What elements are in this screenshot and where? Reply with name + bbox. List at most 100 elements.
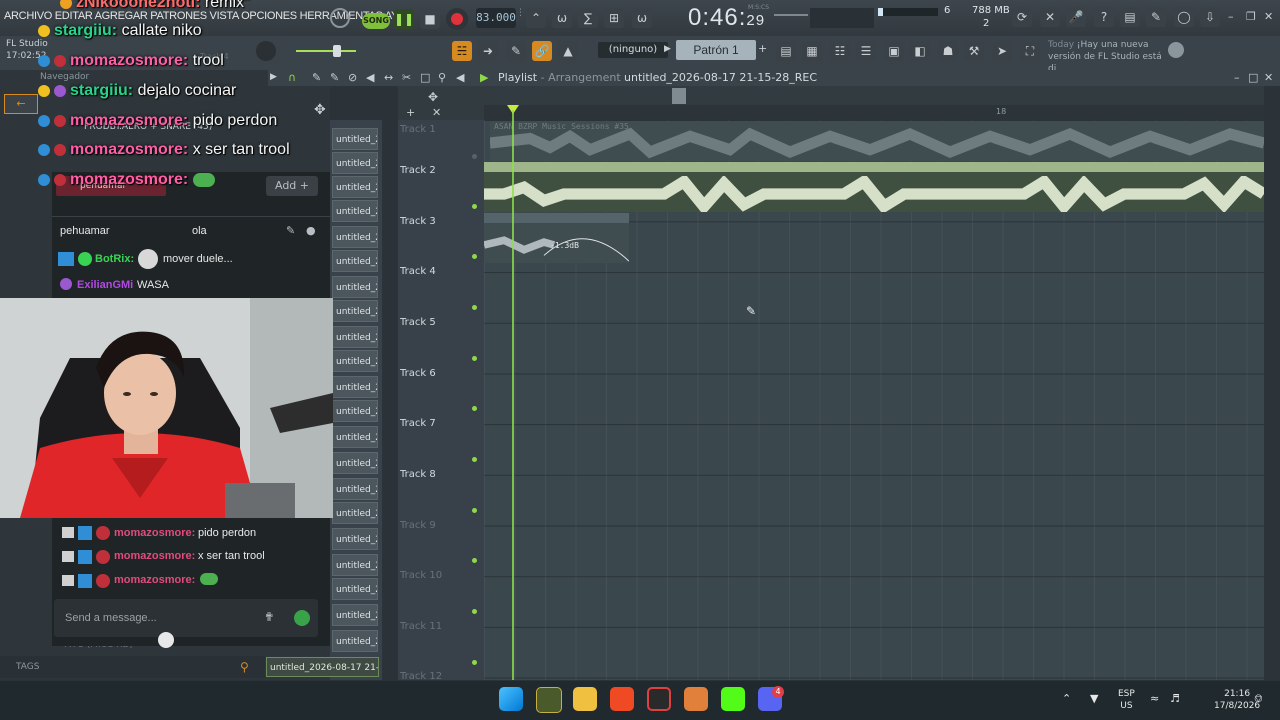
close-icon[interactable]: ✕: [1264, 10, 1273, 23]
marker-icon[interactable]: ✎: [1146, 7, 1166, 27]
select-tool-icon[interactable]: □: [420, 71, 430, 84]
song-mode-toggle[interactable]: SONG: [362, 13, 390, 29]
selected-file-row[interactable]: untitled_2026-08-17 21-15-28_REC: [266, 657, 379, 677]
send-emoji-icon[interactable]: [294, 610, 310, 626]
refresh-icon[interactable]: ⟳: [1012, 7, 1032, 27]
close-track-icon[interactable]: ✕: [432, 106, 441, 119]
audio-clip[interactable]: ASAN BZRP Music Sessions #35: [490, 121, 1264, 161]
chat-user[interactable]: pehuamar: [60, 225, 110, 237]
piano-roll-icon[interactable]: ☵: [452, 41, 472, 61]
record-button[interactable]: [446, 8, 468, 30]
mute-tool-icon[interactable]: ◀: [366, 71, 374, 84]
metronome-icon[interactable]: ⌃: [526, 8, 546, 28]
track-label[interactable]: Track 1: [400, 124, 436, 135]
track-label[interactable]: Track 4: [400, 266, 436, 277]
playlist-play-icon[interactable]: ▶: [480, 71, 488, 84]
pencil-tool-icon[interactable]: ✎: [312, 71, 321, 84]
tags-label[interactable]: TAGS: [16, 662, 39, 672]
minimize-icon[interactable]: –: [1228, 10, 1234, 23]
sliders-icon[interactable]: ☰: [856, 41, 876, 61]
chat-user[interactable]: momazosmore:: [114, 527, 195, 539]
snap-select[interactable]: (ninguno): [598, 42, 668, 58]
track-mute-led[interactable]: [472, 154, 477, 159]
track-mute-led[interactable]: [472, 558, 477, 563]
chat-user[interactable]: BotRix:: [95, 253, 134, 265]
brave-browser-icon[interactable]: [610, 687, 634, 711]
add-pattern-icon[interactable]: +: [758, 42, 767, 55]
fader-handle[interactable]: [333, 45, 341, 57]
add-track-icon[interactable]: +: [406, 106, 415, 119]
track-mute-led[interactable]: [472, 356, 477, 361]
pat-song-dial[interactable]: [330, 8, 350, 28]
browser-file-row[interactable]: untitled_2026-08-17 21-: [332, 478, 378, 500]
scroll-thumb[interactable]: [672, 88, 686, 104]
tray-app-icon[interactable]: ▼: [1090, 692, 1098, 705]
step-edit-icon[interactable]: ⊞: [604, 8, 624, 28]
browser-file-row[interactable]: untitled_2026-08-17 21-: [332, 578, 378, 600]
magnet-icon[interactable]: ∩: [288, 71, 296, 84]
fl-globe-icon[interactable]: [1168, 42, 1184, 58]
file-explorer-icon[interactable]: [573, 687, 597, 711]
move-icon[interactable]: ✥: [428, 90, 438, 104]
playlist-maximize-icon[interactable]: □: [1248, 71, 1258, 84]
chat-user[interactable]: momazosmore:: [114, 574, 195, 586]
brush-tool-icon[interactable]: ✎: [330, 71, 339, 84]
chat-input-placeholder[interactable]: Send a message...: [65, 612, 157, 624]
task-app-icon[interactable]: [536, 687, 562, 713]
pencil-icon[interactable]: ✎: [506, 41, 526, 61]
plugin-icon[interactable]: ☗: [938, 41, 958, 61]
obs-icon[interactable]: [647, 687, 671, 711]
loop-record-icon[interactable]: ω: [632, 8, 652, 28]
track-label[interactable]: Track 8: [400, 469, 436, 480]
arrow-right-icon[interactable]: ➜: [478, 41, 498, 61]
track-label[interactable]: Track 11: [400, 621, 442, 632]
fl-studio-icon[interactable]: [684, 687, 708, 711]
chat-bubble-icon[interactable]: ◯: [1174, 7, 1194, 27]
stamp-icon[interactable]: ▲: [558, 41, 578, 61]
track-mute-led[interactable]: [472, 660, 477, 665]
save-icon[interactable]: ▤: [1120, 7, 1140, 27]
master-pitch-knob[interactable]: [256, 41, 276, 61]
track-mute-led[interactable]: [472, 204, 477, 209]
track-mute-led[interactable]: [472, 457, 477, 462]
playlist-icon[interactable]: ▤: [776, 41, 796, 61]
notification-icon[interactable]: ⎊: [1254, 692, 1263, 706]
track-mute-led[interactable]: [472, 609, 477, 614]
playlist-close-icon[interactable]: ✕: [1264, 71, 1273, 84]
start-menu-icon[interactable]: [499, 687, 523, 711]
emote-picker-icon[interactable]: ✟: [264, 610, 274, 624]
chat-user[interactable]: momazosmore:: [114, 550, 195, 562]
browser-file-row[interactable]: untitled_2026-08-17 21-: [332, 326, 378, 348]
playback-tool-icon[interactable]: ◀: [456, 71, 464, 84]
slice-tool-icon[interactable]: ✂: [402, 71, 411, 84]
pause-button[interactable]: ❚❚: [394, 9, 414, 29]
browser-file-row[interactable]: untitled_2026-08-17 21-: [332, 400, 378, 422]
playlist-arrow-icon[interactable]: ▶: [270, 72, 277, 82]
browser-file-row[interactable]: untitled_2026-08-17 21-: [332, 250, 378, 272]
browser-file-row[interactable]: untitled_2026-08-17 21-: [332, 226, 378, 248]
browser-file-row[interactable]: untitled_2026-08-17 21-: [332, 630, 378, 652]
browser-file-row[interactable]: untitled_2026-08-17 21-: [332, 276, 378, 298]
browser-file-row[interactable]: untitled_2026-08-17 21-: [332, 350, 378, 372]
browser-file-row[interactable]: untitled_2026-08-17 21-: [332, 152, 378, 174]
timeline-ruler[interactable]: [484, 105, 1264, 120]
kick-icon[interactable]: [721, 687, 745, 711]
track-label[interactable]: Track 3: [400, 216, 436, 227]
pan-icon[interactable]: ✥: [314, 102, 326, 118]
browser-icon[interactable]: ▣: [884, 41, 904, 61]
send-icon[interactable]: ➤: [992, 41, 1012, 61]
help-icon[interactable]: ?: [1094, 7, 1114, 27]
browser-file-row[interactable]: untitled_2026-08-17 21-: [332, 300, 378, 322]
track-label[interactable]: Track 5: [400, 317, 436, 328]
master-volume-fader[interactable]: [296, 50, 356, 52]
browser-file-row[interactable]: untitled_2026-08-17 21-: [332, 200, 378, 222]
search-icon[interactable]: ⚲: [240, 660, 249, 674]
playlist-scrollbar[interactable]: [1264, 120, 1280, 680]
browser-file-row[interactable]: untitled_2026-08-17 21-: [332, 502, 378, 524]
audio-clip[interactable]: ASAN BZRP Music Sessions #35-other-Ab ma…: [484, 162, 1264, 212]
zoom-tool-icon[interactable]: ⚲: [438, 71, 446, 84]
pattern-selector[interactable]: Patrón 1: [676, 40, 756, 60]
track-mute-led[interactable]: [472, 254, 477, 259]
restore-icon[interactable]: ❐: [1246, 10, 1256, 23]
channel-rack-icon[interactable]: ▦: [802, 41, 822, 61]
